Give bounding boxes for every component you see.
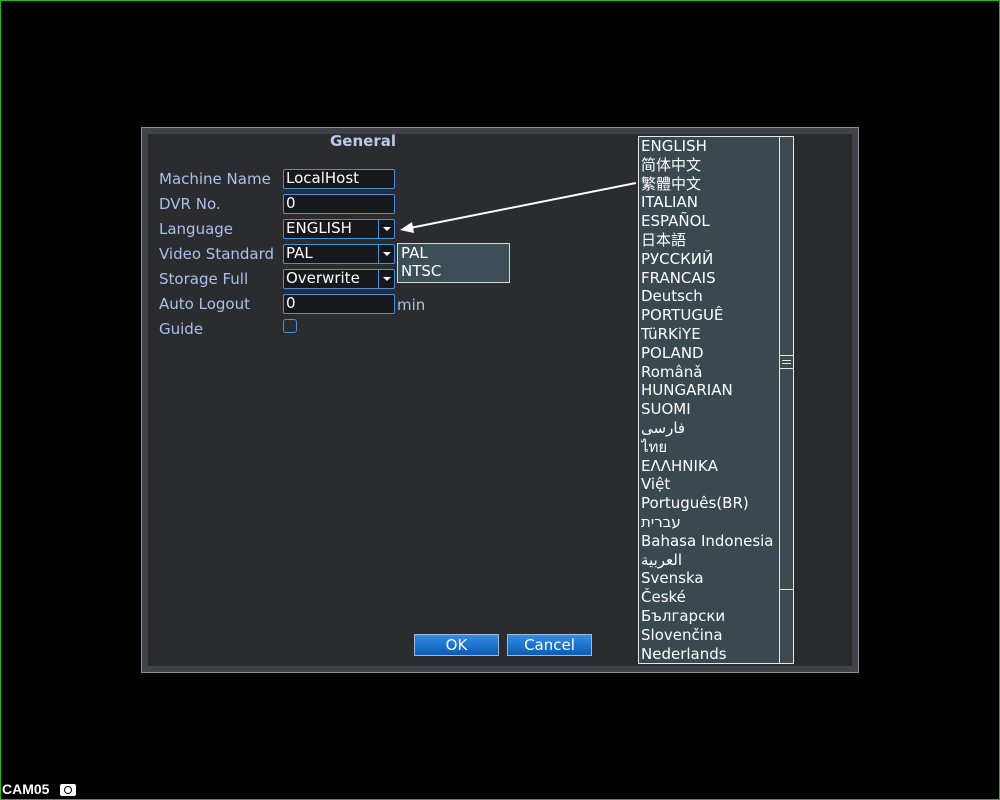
language-option[interactable]: SUOMI	[641, 400, 777, 419]
language-option[interactable]: עברית	[641, 513, 777, 532]
language-option[interactable]: 简体中文	[641, 156, 777, 175]
language-option[interactable]: РУССКИЙ	[641, 250, 777, 269]
language-option[interactable]: HUNGARIAN	[641, 381, 777, 400]
scrollbar-thumb[interactable]	[780, 355, 793, 369]
language-option[interactable]: Deutsch	[641, 287, 777, 306]
scrollbar[interactable]	[779, 137, 793, 663]
language-option[interactable]: Svenska	[641, 569, 777, 588]
language-option[interactable]: České	[641, 588, 777, 607]
annotation-arrow	[400, 182, 637, 233]
language-option[interactable]: 日本語	[641, 231, 777, 250]
language-option[interactable]: Slovenčina	[641, 626, 777, 645]
scrollbar-mark	[780, 589, 793, 590]
language-option[interactable]: ITALIAN	[641, 193, 777, 212]
language-option[interactable]: TüRKiYE	[641, 325, 777, 344]
language-option[interactable]: فارسی	[641, 419, 777, 438]
language-option[interactable]: FRANCAIS	[641, 269, 777, 288]
language-option[interactable]: Românǎ	[641, 363, 777, 382]
language-option[interactable]: ESPAÑOL	[641, 212, 777, 231]
language-option[interactable]: ไทย	[641, 438, 777, 457]
language-option[interactable]: Português(BR)	[641, 494, 777, 513]
language-option[interactable]: ΕΛΛΗΝΙΚΑ	[641, 457, 777, 476]
language-dropdown-list[interactable]: ENGLISH 简体中文 繁體中文 ITALIAN ESPAÑOL 日本語 РУССКИЙ F…	[638, 136, 794, 664]
language-option[interactable]: 繁體中文	[641, 175, 777, 194]
language-options: ENGLISH 简体中文 繁體中文 ITALIAN ESPAÑOL 日本語 РУССКИЙ F…	[641, 137, 777, 663]
language-option[interactable]: ENGLISH	[641, 137, 777, 156]
camera-label: CAM05	[2, 781, 50, 797]
language-option[interactable]: Việt	[641, 475, 777, 494]
language-option[interactable]: Nederlands	[641, 645, 777, 664]
language-option[interactable]: POLAND	[641, 344, 777, 363]
language-option[interactable]: Български	[641, 607, 777, 626]
language-option[interactable]: العربية	[641, 551, 777, 570]
language-option[interactable]: Bahasa Indonesia	[641, 532, 777, 551]
camera-icon	[60, 784, 76, 796]
language-option[interactable]: PORTUGUÊ	[641, 306, 777, 325]
